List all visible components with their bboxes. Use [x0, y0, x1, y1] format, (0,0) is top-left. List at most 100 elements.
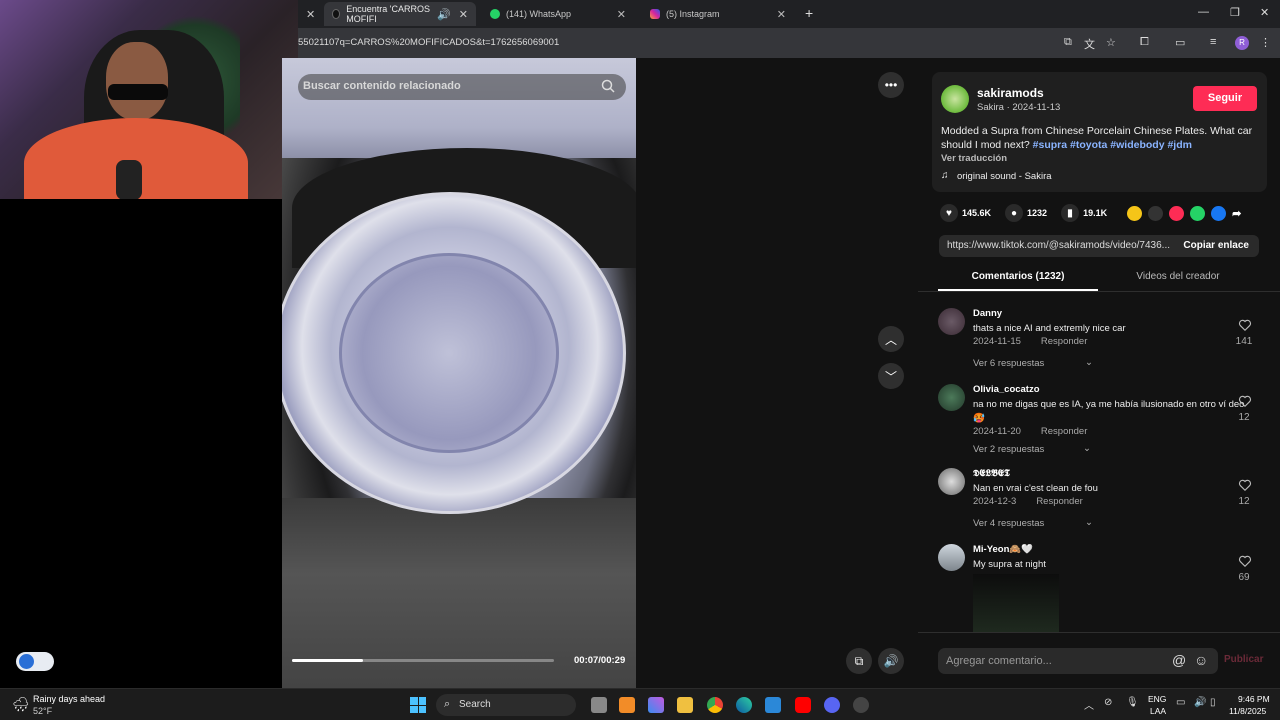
close-window-icon[interactable]: ✕	[1260, 6, 1269, 19]
tab-instagram[interactable]: (5) Instagram ✕	[642, 2, 794, 26]
send-icon[interactable]	[1169, 205, 1185, 221]
heart-outline-icon[interactable]	[1238, 318, 1252, 332]
weather-icon[interactable]: 🌧	[12, 696, 30, 713]
extensions-icon[interactable]: ⧠	[1140, 36, 1149, 49]
mention-icon[interactable]: @	[1172, 652, 1186, 668]
close-tab-icon[interactable]: ✕	[459, 8, 468, 21]
video-progress-bar[interactable]	[292, 659, 554, 662]
share-link-text[interactable]: https://www.tiktok.com/@sakiramods/video…	[947, 240, 1171, 251]
coin-icon[interactable]	[1127, 205, 1143, 221]
commenter-avatar[interactable]	[938, 308, 965, 335]
url-text[interactable]: 55021107q=CARROS%20MOFIFICADOS&t=1762656…	[298, 37, 559, 48]
hashtag-widebody[interactable]: #widebody	[1110, 139, 1164, 151]
file-explorer-icon[interactable]	[677, 697, 693, 713]
hashtag-toyota[interactable]: #toyota	[1070, 139, 1107, 151]
tab-tiktok[interactable]: Encuentra 'CARROS MOFIFI 🔊 ✕	[324, 2, 476, 26]
video-player[interactable]: Buscar contenido relacionado 00:07/00:29	[282, 58, 636, 688]
follow-button[interactable]: Seguir	[1193, 86, 1257, 111]
bookmark-star-icon[interactable]: ☆	[1106, 36, 1116, 49]
discord-icon[interactable]	[824, 697, 840, 713]
language-top[interactable]: ENG	[1148, 694, 1166, 704]
volume-icon[interactable]: 🔊	[1194, 697, 1206, 708]
post-info-card: sakiramods Sakira · 2024-11-13 Seguir Mo…	[932, 72, 1267, 192]
emoji-icon[interactable]: ☺	[1194, 652, 1208, 668]
copy-link-button[interactable]: Copiar enlace	[1183, 240, 1249, 251]
publish-button[interactable]: Publicar	[1224, 654, 1263, 665]
related-search-bar[interactable]: Buscar contenido relacionado	[298, 74, 626, 100]
floating-player-icon[interactable]: ⧉	[846, 648, 872, 674]
app-icon[interactable]	[853, 697, 869, 713]
media-icon[interactable]: ≡	[1210, 36, 1216, 48]
heart-outline-icon[interactable]	[1238, 394, 1252, 408]
heart-outline-icon[interactable]	[1238, 554, 1252, 568]
heart-outline-icon[interactable]	[1238, 478, 1252, 492]
hashtag-jdm[interactable]: #jdm	[1167, 139, 1192, 151]
volume-icon[interactable]: 🔊	[878, 648, 904, 674]
previous-video-button[interactable]: ︿	[878, 326, 904, 352]
app-icon[interactable]	[619, 697, 635, 713]
whatsapp-share-icon[interactable]	[1190, 205, 1206, 221]
commenter-name[interactable]: 𝕯𝕰𝕷𝕭𝕰𝕿	[973, 468, 1010, 479]
view-replies-button[interactable]: Ver 4 respuestas	[973, 518, 1044, 529]
profile-avatar[interactable]: R	[1235, 36, 1249, 50]
view-replies-button[interactable]: Ver 2 respuestas	[973, 444, 1044, 455]
translate-link[interactable]: Ver traducción	[941, 153, 1007, 164]
start-button[interactable]	[410, 697, 426, 713]
tab-whatsapp[interactable]: (141) WhatsApp ✕	[482, 2, 634, 26]
new-tab-button[interactable]: +	[805, 5, 813, 21]
hashtag-supra[interactable]: #supra	[1033, 139, 1067, 151]
copilot-icon[interactable]	[648, 697, 664, 713]
commenter-name[interactable]: Olivia_cocatzo	[973, 384, 1040, 395]
tab-comments[interactable]: Comentarios (1232)	[938, 263, 1098, 291]
task-view-icon[interactable]	[591, 697, 607, 713]
battery-icon[interactable]: ▯	[1210, 697, 1216, 708]
embed-icon[interactable]	[1148, 205, 1164, 221]
heart-icon[interactable]: ♥	[940, 204, 958, 222]
menu-icon[interactable]: ⋮	[1260, 36, 1271, 49]
view-replies-button[interactable]: Ver 6 respuestas	[973, 358, 1044, 369]
tray-chevron-icon[interactable]: ︿	[1084, 697, 1094, 712]
close-tab-icon[interactable]: ✕	[617, 8, 626, 21]
edge-icon[interactable]	[736, 697, 752, 713]
network-icon[interactable]: ▭	[1176, 697, 1185, 708]
close-tab-icon[interactable]: ✕	[777, 8, 786, 21]
cast-icon[interactable]: ⧉	[1064, 36, 1072, 49]
commenter-name[interactable]: Danny	[973, 308, 1002, 319]
next-video-button[interactable]: ﹀	[878, 363, 904, 389]
clock-time[interactable]: 9:46 PM	[1238, 694, 1270, 704]
comment-icon[interactable]: ●	[1005, 204, 1024, 222]
reply-button[interactable]: Responder	[1041, 336, 1087, 347]
microphone-icon[interactable]: 🎙	[1126, 697, 1139, 708]
toggle-widget[interactable]	[16, 652, 54, 671]
more-options-icon[interactable]: •••	[878, 72, 904, 98]
creator-username[interactable]: sakiramods	[977, 86, 1044, 100]
close-icon[interactable]: ✕	[306, 8, 315, 21]
comment-item: Olivia_cocatzo na no me digas que es IA,…	[938, 384, 1258, 458]
search-icon[interactable]	[600, 78, 616, 94]
facebook-share-icon[interactable]	[1211, 205, 1227, 221]
restore-icon[interactable]: ❐	[1230, 6, 1240, 19]
taskbar-search[interactable]: ⌕ Search	[436, 694, 576, 716]
translate-icon[interactable]: 文	[1084, 36, 1095, 52]
sound-name[interactable]: original sound - Sakira	[957, 171, 1052, 182]
weather-title[interactable]: Rainy days ahead	[33, 694, 105, 704]
youtube-icon[interactable]	[795, 697, 811, 713]
sidepanel-icon[interactable]: ▭	[1175, 36, 1185, 49]
chrome-icon[interactable]	[707, 697, 723, 713]
commenter-avatar[interactable]	[938, 468, 965, 495]
bookmark-icon[interactable]: ▮	[1061, 204, 1080, 222]
reply-button[interactable]: Responder	[1041, 426, 1087, 437]
commenter-name[interactable]: Mi-Yeon🙈🤍	[973, 544, 1033, 555]
instagram-icon	[650, 9, 660, 19]
comment-image[interactable]	[973, 574, 1059, 632]
tray-icon[interactable]: ⊘	[1104, 697, 1112, 708]
minimize-icon[interactable]: —	[1198, 6, 1209, 18]
share-arrow-icon[interactable]: ➦	[1232, 207, 1241, 220]
commenter-avatar[interactable]	[938, 384, 965, 411]
tab-creator-videos[interactable]: Videos del creador	[1098, 263, 1258, 291]
creator-avatar[interactable]	[941, 85, 969, 113]
store-icon[interactable]	[765, 697, 781, 713]
commenter-avatar[interactable]	[938, 544, 965, 571]
reply-button[interactable]: Responder	[1036, 496, 1082, 507]
add-comment-input[interactable]: Agregar comentario... @ ☺	[938, 648, 1218, 674]
